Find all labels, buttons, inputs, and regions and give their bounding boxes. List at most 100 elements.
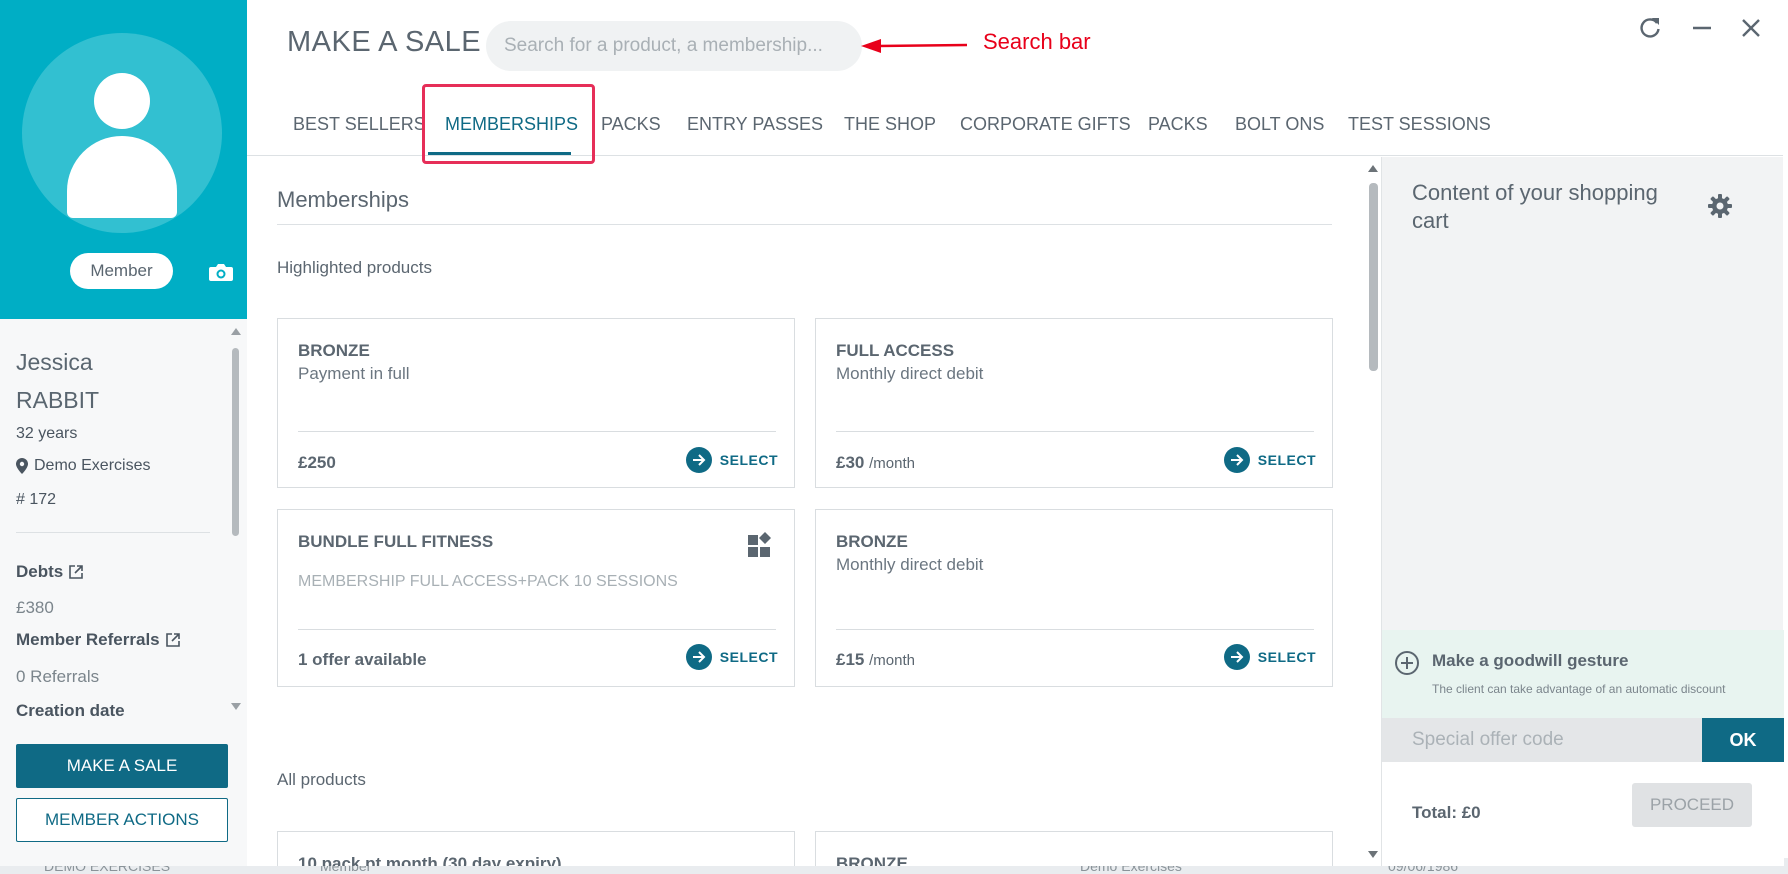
product-card[interactable]: 10 pack pt month (30 day expiry) (277, 831, 795, 866)
tab-test-sessions[interactable]: TEST SESSIONS (1348, 114, 1491, 135)
product-name: BUNDLE FULL FITNESS (298, 532, 494, 551)
avatar[interactable] (22, 33, 222, 233)
select-button[interactable]: SELECT (1223, 447, 1316, 473)
tab-corporate-gifts[interactable]: CORPORATE GIFTS (960, 114, 1131, 135)
product-subtitle: Monthly direct debit (836, 555, 984, 574)
scrollbar-thumb[interactable] (232, 348, 239, 536)
cart-footer: Total: £0 PROCEED (1382, 762, 1784, 866)
referrals-label: Member Referrals (16, 630, 160, 649)
make-a-sale-dialog: MAKE A SALE Search for a product, a memb… (247, 0, 1784, 866)
tab-packs-2[interactable]: PACKS (1148, 114, 1208, 135)
creation-date-label: Creation date (16, 701, 125, 719)
select-button[interactable]: SELECT (685, 644, 778, 670)
member-id: # 172 (16, 491, 57, 508)
cart-title: Content of your shopping cart (1412, 180, 1658, 233)
proceed-button[interactable]: PROCEED (1632, 783, 1752, 827)
member-last-name: RABBIT (16, 387, 100, 413)
special-offer-code-input[interactable] (1382, 718, 1702, 762)
product-card[interactable]: BUNDLE FULL FITNESS MEMBERSHIP FULL ACCE… (277, 509, 795, 687)
product-list: Memberships Highlighted products BRONZE … (247, 157, 1381, 866)
debts-label: Debts (16, 562, 64, 581)
widgets-icon (748, 532, 771, 557)
divider (298, 431, 776, 432)
debts-link[interactable]: Debts (16, 562, 84, 582)
scroll-down-arrow-icon[interactable] (1368, 851, 1378, 858)
divider (298, 629, 776, 630)
product-price: £250 (298, 453, 336, 473)
product-card[interactable]: BRONZE (815, 831, 1333, 866)
external-link-icon (165, 633, 180, 647)
arrow-right-icon (1223, 644, 1250, 670)
offer-count: 1 offer available (298, 650, 427, 670)
divider (277, 224, 1332, 225)
scroll-up-arrow-icon[interactable] (231, 328, 241, 335)
camera-icon[interactable] (208, 262, 234, 282)
scroll-down-arrow-icon[interactable] (231, 703, 241, 710)
referrals-link[interactable]: Member Referrals (16, 630, 180, 650)
tab-best-sellers[interactable]: BEST SELLERS (293, 114, 426, 135)
location-pin-icon (16, 458, 28, 474)
product-name: BRONZE (836, 854, 908, 866)
tab-entry-passes[interactable]: ENTRY PASSES (687, 114, 823, 135)
product-price: £30 /month (836, 453, 915, 473)
member-first-name: Jessica (16, 349, 93, 375)
gear-icon[interactable] (1707, 193, 1733, 219)
product-card[interactable]: FULL ACCESS Monthly direct debit £30 /mo… (815, 318, 1333, 488)
profile-header: Member (0, 0, 247, 319)
shopping-cart-panel: Content of your shopping cart Make a goo… (1381, 157, 1784, 866)
arrow-right-icon (685, 644, 712, 670)
member-status-badge: Member (70, 253, 173, 289)
referrals-value: 0 Referrals (16, 667, 100, 686)
product-price: £15 /month (836, 650, 915, 670)
product-card[interactable]: BRONZE Monthly direct debit £15 /month S… (815, 509, 1333, 687)
product-subtitle: Monthly direct debit (836, 364, 984, 383)
price-value: £15 (836, 650, 865, 669)
select-button[interactable]: SELECT (685, 447, 778, 473)
member-info-scrollbar[interactable] (229, 326, 243, 716)
cart-total: Total: £0 (1412, 803, 1481, 822)
select-label: SELECT (1257, 452, 1316, 468)
divider (836, 431, 1314, 432)
avatar-body-shape (67, 136, 177, 218)
debts-value: £380 (16, 598, 54, 617)
select-label: SELECT (1257, 649, 1316, 665)
tab-packs[interactable]: PACKS (601, 114, 661, 135)
tab-annotation-highlight (422, 84, 595, 164)
member-club-name: Demo Exercises (34, 457, 151, 474)
make-a-sale-button[interactable]: MAKE A SALE (16, 744, 228, 788)
highlighted-products-label: Highlighted products (277, 258, 432, 277)
product-name: BRONZE (836, 532, 908, 551)
tab-bolt-ons[interactable]: BOLT ONS (1235, 114, 1324, 135)
avatar-head-shape (94, 73, 150, 129)
external-link-icon (69, 565, 84, 579)
goodwill-title: Make a goodwill gesture (1432, 651, 1629, 670)
product-subtitle: MEMBERSHIP FULL ACCESS+PACK 10 SESSIONS (298, 573, 678, 590)
product-list-scrollbar[interactable] (1366, 163, 1380, 863)
scroll-up-arrow-icon[interactable] (1368, 165, 1378, 172)
product-card[interactable]: BRONZE Payment in full £250 SELECT (277, 318, 795, 488)
product-subtitle: Payment in full (298, 364, 410, 383)
close-icon[interactable] (1738, 15, 1764, 41)
minimize-icon[interactable] (1689, 15, 1715, 41)
all-products-label: All products (277, 770, 366, 789)
select-label: SELECT (719, 649, 778, 665)
product-search-input[interactable]: Search for a product, a membership... (486, 21, 862, 71)
apply-offer-ok-button[interactable]: OK (1702, 718, 1784, 762)
price-unit: /month (869, 455, 915, 472)
member-club: Demo Exercises (16, 457, 150, 475)
refresh-icon[interactable] (1637, 15, 1663, 41)
product-name: 10 pack pt month (30 day expiry) (298, 854, 562, 866)
select-button[interactable]: SELECT (1223, 644, 1316, 670)
tab-the-shop[interactable]: THE SHOP (844, 114, 936, 135)
offer-count-text: 1 offer available (298, 650, 427, 669)
price-value: £30 (836, 453, 865, 472)
member-actions-button[interactable]: MEMBER ACTIONS (16, 798, 228, 842)
goodwill-subtitle: The client can take advantage of an auto… (1432, 682, 1726, 696)
member-info: Jessica RABBIT 32 years Demo Exercises #… (0, 319, 247, 719)
select-label: SELECT (719, 452, 778, 468)
product-name: BRONZE (298, 341, 370, 360)
arrow-right-icon (1223, 447, 1250, 473)
goodwill-gesture[interactable]: Make a goodwill gesture The client can t… (1382, 630, 1784, 718)
scrollbar-thumb[interactable] (1369, 183, 1378, 371)
price-value: £250 (298, 453, 336, 472)
